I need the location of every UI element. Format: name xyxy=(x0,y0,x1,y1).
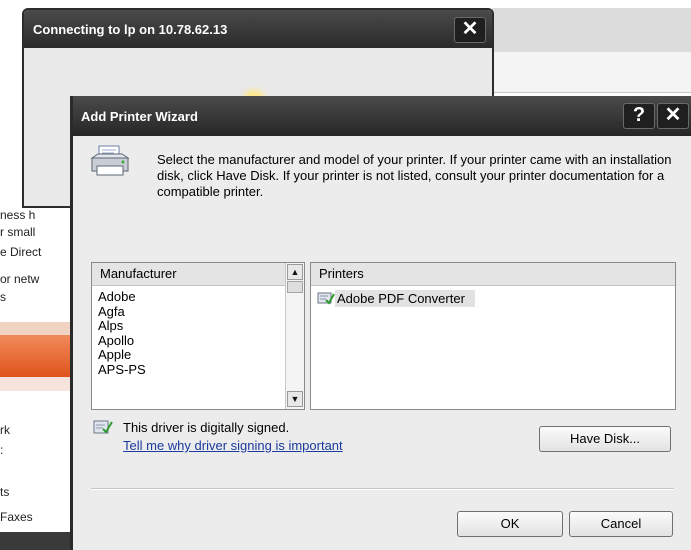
wizard-instructions: Select the manufacturer and model of you… xyxy=(157,152,672,199)
list-item[interactable]: Apollo xyxy=(98,333,146,349)
manufacturer-list[interactable]: Manufacturer Adobe Agfa Alps Apollo Appl… xyxy=(91,262,305,410)
chevron-up-icon: ▲ xyxy=(290,267,300,277)
ok-button[interactable]: OK xyxy=(457,511,563,537)
connecting-dialog-titlebar[interactable]: Connecting to lp on 10.78.62.13 ✕ xyxy=(24,10,492,48)
bg-link-text[interactable]: ts xyxy=(0,485,9,499)
connecting-dialog-title: Connecting to lp on 10.78.62.13 xyxy=(33,22,228,37)
orange-header-bar xyxy=(0,335,72,377)
cancel-button[interactable]: Cancel xyxy=(569,511,673,537)
add-printer-wizard-dialog: Add Printer Wizard ? ✕ Select the manufa… xyxy=(70,96,691,550)
background-bottom-bar xyxy=(0,532,72,550)
close-icon: ✕ xyxy=(664,104,682,126)
printers-column-header[interactable]: Printers xyxy=(311,263,675,286)
divider xyxy=(91,488,674,490)
list-item[interactable]: Adobe xyxy=(98,289,146,305)
printers-list[interactable]: Printers Adobe PDF Converter xyxy=(310,262,676,410)
manufacturer-column-header[interactable]: Manufacturer xyxy=(92,263,304,286)
scroll-down-button[interactable]: ▼ xyxy=(287,391,303,407)
background-window-field xyxy=(492,52,691,93)
bg-text-line: : xyxy=(0,443,4,457)
list-item[interactable]: APS-PS xyxy=(98,362,146,378)
help-icon: ? xyxy=(632,104,646,126)
list-item-label: Adobe xyxy=(98,289,136,304)
bg-text-line: e Direct xyxy=(0,245,42,259)
list-item[interactable]: Alps xyxy=(98,319,146,334)
bg-text-line: ness h xyxy=(0,208,36,222)
panel-shade-lower xyxy=(0,377,72,391)
bg-text-line: or netw xyxy=(0,272,40,286)
printer-icon xyxy=(90,145,130,176)
printers-header-label: Printers xyxy=(319,266,364,281)
chevron-down-icon: ▼ xyxy=(290,394,300,404)
bg-text-line: r small xyxy=(0,225,36,239)
driver-signing-link[interactable]: Tell me why driver signing is important xyxy=(123,438,343,453)
certified-driver-icon xyxy=(317,292,335,305)
list-item[interactable]: Adobe PDF Converter xyxy=(317,290,475,307)
close-button[interactable]: ✕ xyxy=(454,17,486,43)
bg-link-text[interactable]: rk xyxy=(0,423,10,437)
manufacturer-items: Adobe Agfa Alps Apollo Apple APS-PS xyxy=(98,289,146,378)
driver-signed-text: This driver is digitally signed. xyxy=(123,420,290,435)
have-disk-button[interactable]: Have Disk... xyxy=(539,426,671,452)
wizard-titlebar[interactable]: Add Printer Wizard ? ✕ xyxy=(73,96,691,136)
close-icon: ✕ xyxy=(461,18,479,40)
signed-driver-icon xyxy=(93,420,113,434)
scroll-up-button[interactable]: ▲ xyxy=(287,264,303,280)
wizard-title: Add Printer Wizard xyxy=(81,109,198,124)
list-item[interactable]: Apple xyxy=(98,348,146,363)
close-button[interactable]: ✕ xyxy=(657,103,689,129)
bg-link-text[interactable]: Faxes xyxy=(0,510,33,524)
manufacturer-header-label: Manufacturer xyxy=(100,266,177,281)
list-item[interactable]: Agfa xyxy=(98,304,146,320)
scrollbar-thumb[interactable] xyxy=(287,281,303,293)
bg-text-line: s xyxy=(0,290,6,304)
background-window-titlebar xyxy=(492,8,691,53)
panel-shade xyxy=(0,322,72,336)
list-item-label: Adobe PDF Converter xyxy=(335,290,475,307)
help-button[interactable]: ? xyxy=(623,103,655,129)
manufacturer-scrollbar[interactable]: ▲ ▼ xyxy=(285,263,304,409)
